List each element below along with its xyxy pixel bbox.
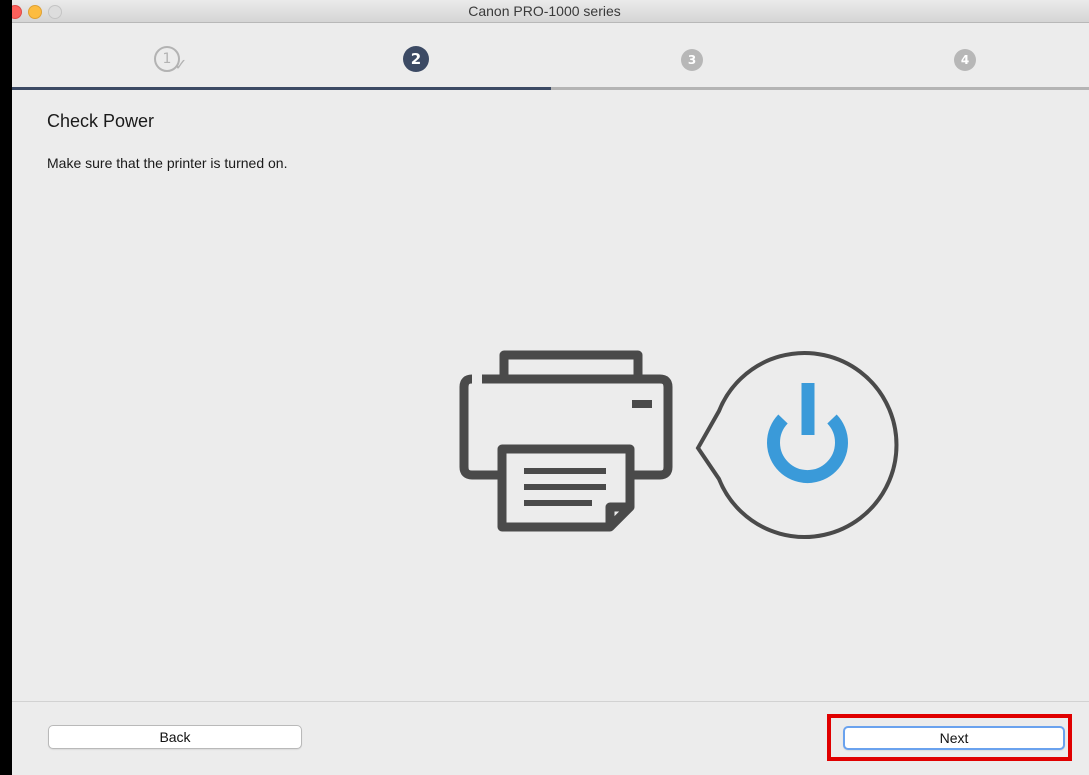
progress-track — [12, 87, 1089, 90]
step-4-pending: 4 — [954, 49, 976, 71]
printer-indicator — [632, 400, 652, 408]
step-1-done: 1 ✓ — [154, 46, 187, 74]
printer-paper-lines — [524, 468, 606, 506]
title-bar: Canon PRO-1000 series — [0, 0, 1089, 23]
page-title: Check Power — [47, 111, 155, 131]
left-edge — [0, 0, 12, 775]
step-3-pending: 3 — [681, 49, 703, 71]
check-power-illustration — [459, 350, 899, 539]
speech-bubble-icon — [695, 351, 899, 539]
back-button[interactable]: Back — [48, 725, 302, 749]
footer-divider — [12, 701, 1089, 702]
window-title: Canon PRO-1000 series — [468, 3, 621, 19]
installer-window: Canon PRO-1000 series 1 ✓ 2 3 4 Check Po… — [0, 0, 1089, 775]
next-button-highlight — [827, 714, 1072, 761]
progress-fill — [12, 87, 551, 90]
content-area: 1 ✓ 2 3 4 Check Power Make sure that the… — [12, 23, 1089, 775]
power-icon — [767, 383, 848, 483]
checkmark-icon: ✓ — [174, 55, 188, 74]
step-4-label: 4 — [960, 53, 970, 67]
step-indicator: 1 ✓ 2 3 4 — [12, 23, 1089, 93]
step-2-active: 2 — [403, 46, 429, 72]
step-2-label: 2 — [410, 50, 422, 68]
page-description: Make sure that the printer is turned on. — [47, 155, 288, 171]
step-1-label: 1 — [162, 51, 172, 67]
step-3-label: 3 — [687, 53, 697, 67]
